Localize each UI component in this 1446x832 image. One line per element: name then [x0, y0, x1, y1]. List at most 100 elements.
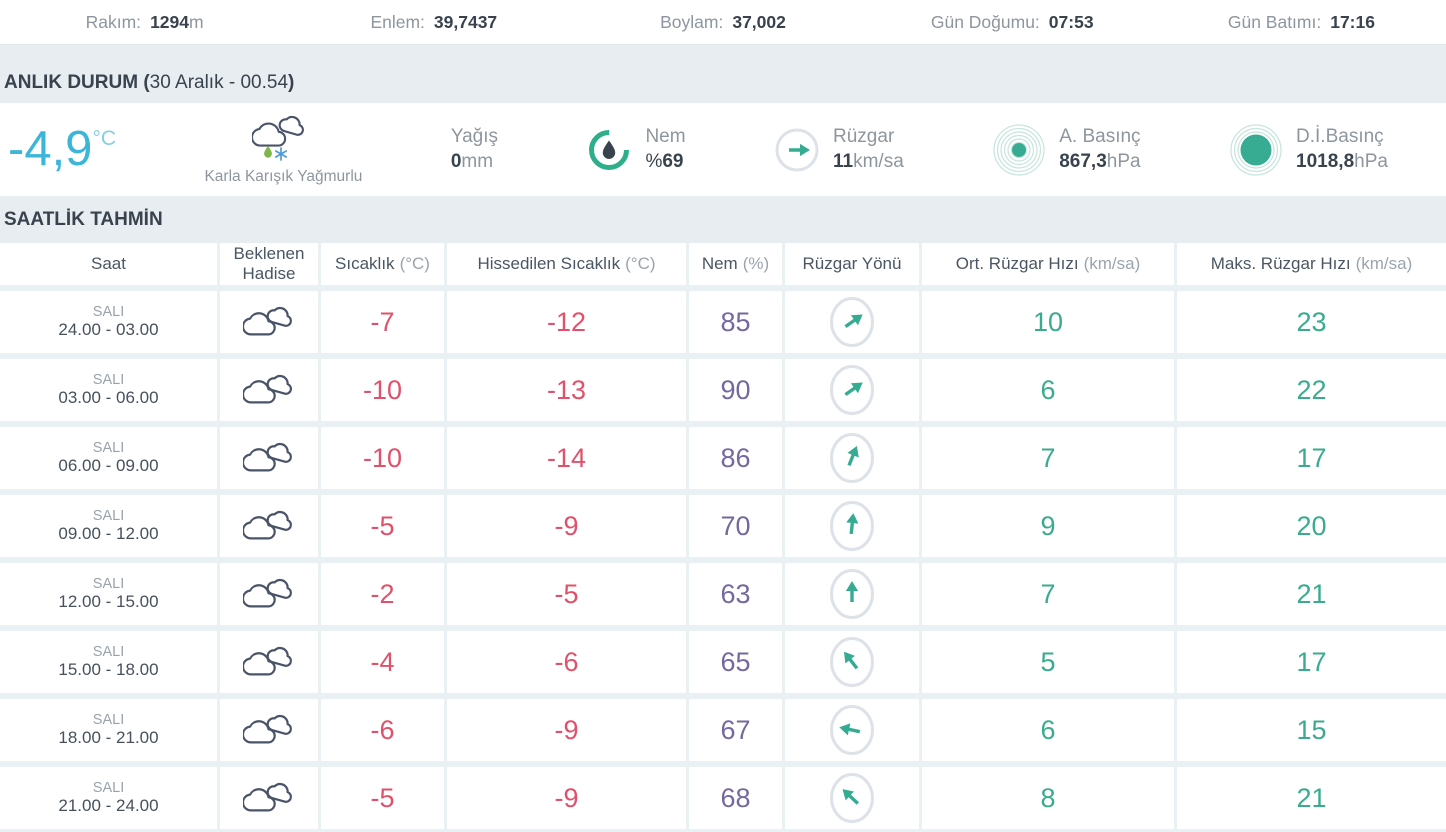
- row-time-cell: SALI 12.00 - 15.00: [0, 563, 217, 625]
- humidity-gauge-icon: [589, 129, 630, 170]
- row-avg-wind: 10: [922, 291, 1174, 353]
- col-header-temperature: Sıcaklık (°C): [321, 243, 444, 285]
- altitude-label: Rakım:: [85, 11, 142, 32]
- row-feels-like: -9: [447, 767, 686, 829]
- altitude-info: Rakım: 1294m: [0, 12, 289, 33]
- row-max-wind: 20: [1177, 495, 1446, 557]
- row-time-range: 06.00 - 09.00: [58, 456, 159, 475]
- sunset-value: 17:16: [1330, 11, 1375, 32]
- row-avg-wind: 7: [922, 563, 1174, 625]
- row-feels-like: -13: [447, 359, 686, 421]
- row-wind-direction-cell: [785, 699, 919, 761]
- longitude-label: Boylam:: [660, 11, 724, 32]
- clouds-icon: [243, 712, 295, 748]
- row-time-range: 09.00 - 12.00: [58, 524, 159, 543]
- current-temperature: -4,9 °C: [8, 125, 116, 174]
- row-humidity: 70: [689, 495, 782, 557]
- current-weather: Karla Karışık Yağmurlu: [204, 113, 362, 186]
- row-humidity: 86: [689, 427, 782, 489]
- row-wind-direction-cell: [785, 359, 919, 421]
- hourly-section-header: SAATLİK TAHMİN: [0, 196, 1446, 243]
- row-condition-cell: [220, 631, 318, 693]
- clouds-icon: [243, 576, 295, 612]
- row-humidity: 67: [689, 699, 782, 761]
- row-time-cell: SALI 06.00 - 09.00: [0, 427, 217, 489]
- row-humidity: 85: [689, 291, 782, 353]
- wind-value: 11: [833, 150, 854, 172]
- humidity-label: Nem: [645, 125, 686, 147]
- row-max-wind: 21: [1177, 767, 1446, 829]
- longitude-info: Boylam: 37,002: [578, 12, 867, 33]
- latitude-info: Enlem: 39,7437: [289, 12, 578, 33]
- row-avg-wind: 6: [922, 359, 1174, 421]
- row-time-cell: SALI 18.00 - 21.00: [0, 699, 217, 761]
- station-pressure-icon: [993, 123, 1045, 176]
- row-wind-direction-cell: [785, 495, 919, 557]
- wind-direction-icon: [774, 127, 820, 173]
- wind-direction-icon: [829, 772, 875, 824]
- row-temperature: -6: [321, 699, 444, 761]
- sunset-info: Gün Batımı: 17:16: [1157, 12, 1446, 33]
- row-temperature: -5: [321, 767, 444, 829]
- col-header-feels-like: Hissedilen Sıcaklık (°C): [447, 243, 686, 285]
- row-wind-direction-cell: [785, 767, 919, 829]
- sunrise-info: Gün Doğumu: 07:53: [868, 12, 1157, 33]
- row-max-wind: 17: [1177, 631, 1446, 693]
- raindrop-icon: [264, 146, 273, 158]
- row-humidity: 65: [689, 631, 782, 693]
- row-max-wind: 21: [1177, 563, 1446, 625]
- wind-direction-icon: [829, 704, 875, 756]
- row-day: SALI: [92, 712, 125, 728]
- precip-label: Yağış: [450, 125, 499, 147]
- wind-direction-icon: [829, 432, 875, 484]
- row-feels-like: -5: [447, 563, 686, 625]
- row-humidity: 68: [689, 767, 782, 829]
- snowflake-icon: [275, 147, 288, 161]
- hourly-table: Saat Beklenen Hadise Sıcaklık (°C) Hissed…: [0, 243, 1446, 832]
- sunset-label: Gün Batımı:: [1227, 11, 1322, 32]
- row-condition-cell: [220, 427, 318, 489]
- row-max-wind: 15: [1177, 699, 1446, 761]
- current-section-time: 30 Aralık - 00.54: [149, 72, 289, 93]
- row-time-range: 12.00 - 15.00: [58, 592, 159, 611]
- clouds-icon: [243, 508, 295, 544]
- row-condition-cell: [220, 767, 318, 829]
- sea-pressure-value: 1018,8: [1296, 150, 1355, 172]
- location-info-bar: Rakım: 1294m Enlem: 39,7437 Boylam: 37,0…: [0, 0, 1446, 45]
- sea-level-pressure-icon: [1230, 123, 1282, 176]
- row-feels-like: -6: [447, 631, 686, 693]
- sunrise-value: 07:53: [1048, 11, 1094, 32]
- clouds-icon: [243, 644, 295, 680]
- row-feels-like: -9: [447, 495, 686, 557]
- row-time-cell: SALI 09.00 - 12.00: [0, 495, 217, 557]
- row-temperature: -10: [321, 359, 444, 421]
- col-header-max-wind: Maks. Rüzgar Hızı (km/sa): [1177, 243, 1446, 285]
- current-temperature-value: -4,9: [8, 122, 93, 176]
- row-avg-wind: 6: [922, 699, 1174, 761]
- row-temperature: -10: [321, 427, 444, 489]
- col-header-condition: Beklenen Hadise: [220, 243, 318, 285]
- row-time-range: 18.00 - 21.00: [58, 728, 159, 747]
- row-condition-cell: [220, 495, 318, 557]
- pressure-label: A. Basınç: [1059, 125, 1141, 147]
- current-conditions-panel: -4,9°C Karla Karışık Yağmurlu Yağış 0mm: [0, 103, 1446, 196]
- altitude-unit: m: [189, 11, 204, 32]
- row-condition-cell: [220, 699, 318, 761]
- col-header-humidity: Nem (%): [689, 243, 782, 285]
- pressure-metric: A. Basınç 867,3hPa: [992, 123, 1141, 177]
- row-wind-direction-cell: [785, 631, 919, 693]
- row-day: SALI: [92, 780, 125, 796]
- row-wind-direction-cell: [785, 291, 919, 353]
- row-time-cell: SALI 24.00 - 03.00: [0, 291, 217, 353]
- precip-unit: mm: [461, 150, 494, 172]
- row-feels-like: -12: [447, 291, 686, 353]
- row-time-range: 21.00 - 24.00: [58, 796, 159, 815]
- current-temperature-unit: °C: [92, 127, 117, 150]
- row-max-wind: 23: [1177, 291, 1446, 353]
- row-feels-like: -9: [447, 699, 686, 761]
- row-max-wind: 22: [1177, 359, 1446, 421]
- pressure-unit: hPa: [1106, 150, 1141, 172]
- row-condition-cell: [220, 291, 318, 353]
- wind-direction-icon: [829, 636, 875, 688]
- wind-unit: km/sa: [853, 150, 904, 172]
